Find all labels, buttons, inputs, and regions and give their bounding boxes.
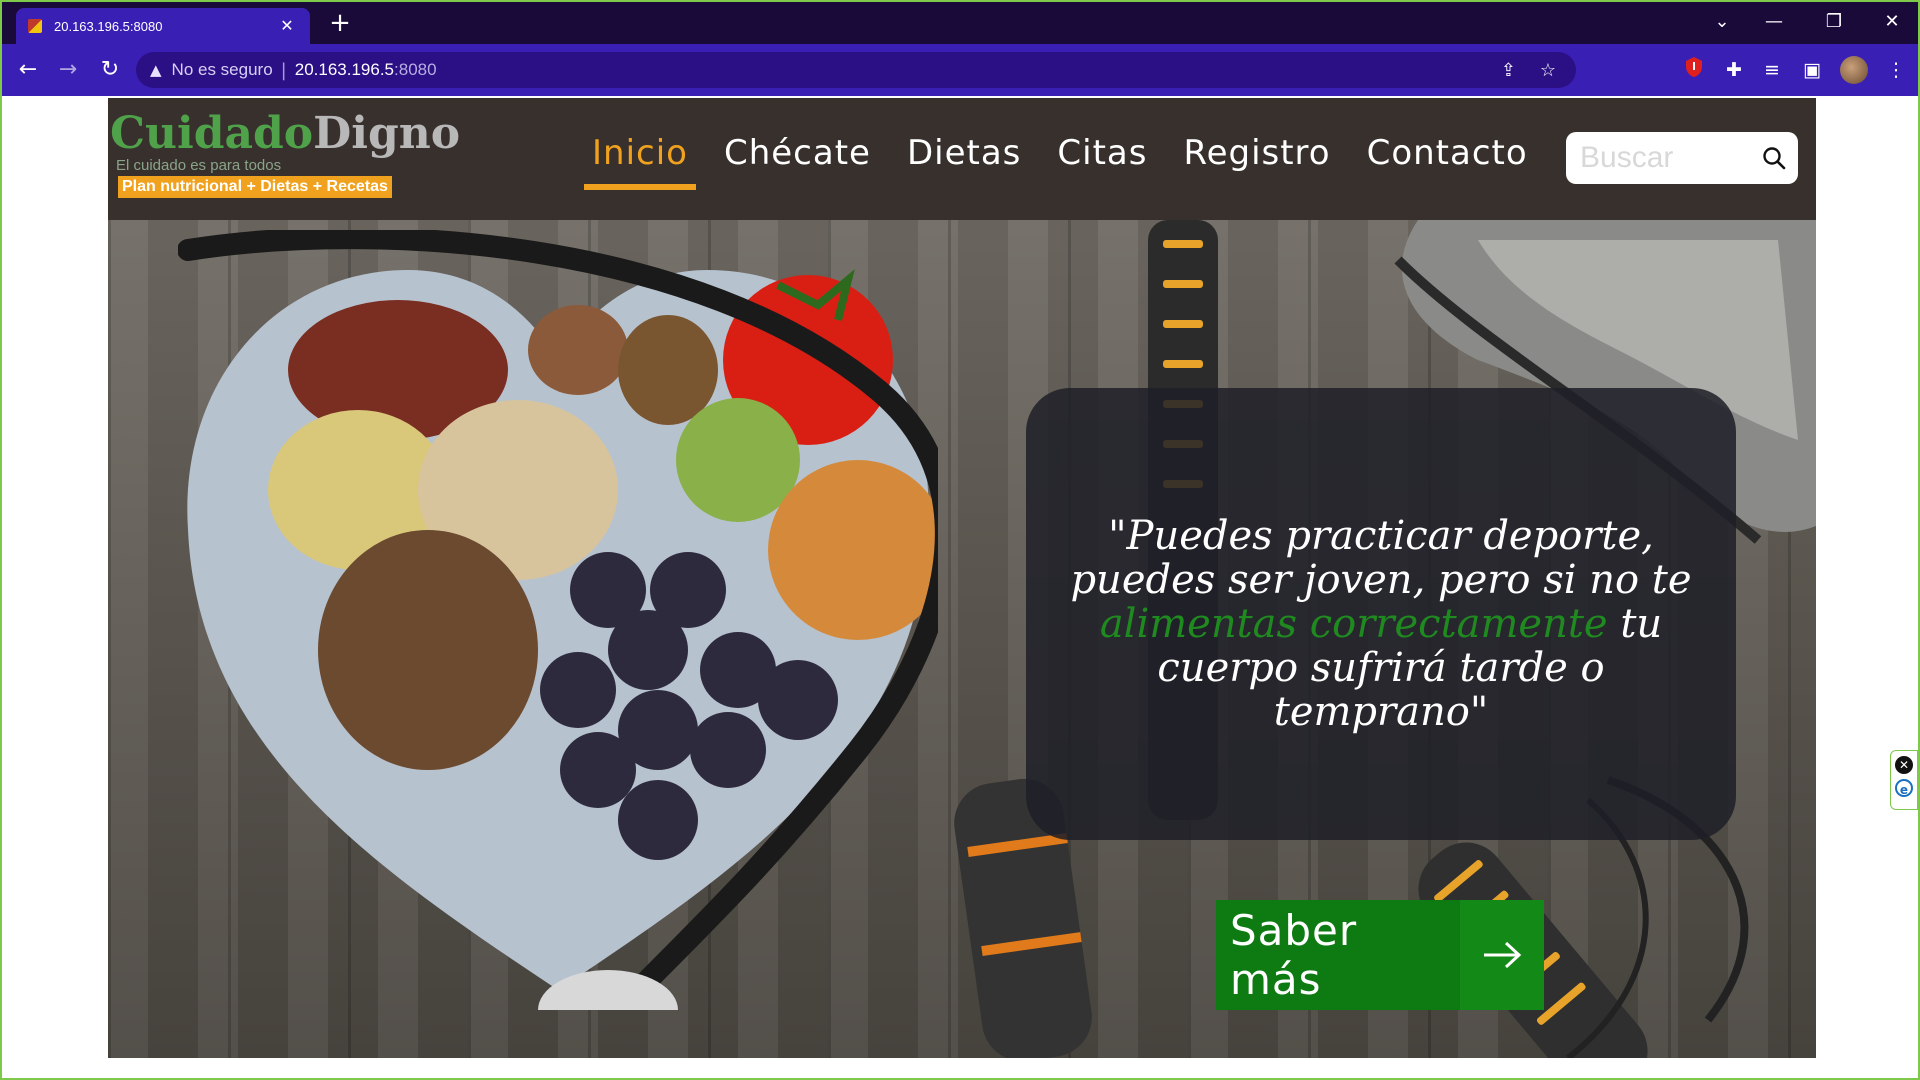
search-icon[interactable] [1762, 146, 1786, 170]
warning-triangle-icon[interactable]: ▲ [150, 61, 162, 79]
nav-item-registro[interactable]: Registro [1175, 128, 1338, 190]
hero-quote: "Puedes practicar deporte, puedes ser jo… [1061, 514, 1701, 734]
forward-button[interactable]: → [52, 54, 84, 86]
search-box [1566, 132, 1798, 184]
extensions-puzzle-icon[interactable]: ✚ [1720, 56, 1748, 84]
nav-item-inicio[interactable]: Inicio [584, 128, 696, 190]
promo-badge: Plan nutricional + Dietas + Recetas [118, 176, 392, 198]
healthy-food-heart-image [178, 230, 938, 1010]
tab-search-chevron-icon[interactable]: ⌄ [1696, 2, 1748, 42]
search-input[interactable] [1580, 138, 1750, 178]
close-window-button[interactable]: ✕ [1866, 2, 1918, 42]
more-menu-icon[interactable]: ⋮ [1882, 56, 1910, 84]
close-circle-icon[interactable]: ✕ [1895, 756, 1913, 774]
quote-text-start: "Puedes practicar deporte, puedes ser jo… [1070, 513, 1692, 603]
logo-part-cuidado: Cuidado [110, 108, 314, 159]
not-secure-label[interactable]: No es seguro [172, 60, 273, 80]
browser-toolbar: ← → ↻ ▲ No es seguro | 20.163.196.5:8080… [2, 44, 1918, 96]
site-favicon-icon [28, 19, 42, 33]
share-icon[interactable]: ⇪ [1501, 60, 1516, 81]
e-extension-icon[interactable]: e [1895, 779, 1913, 797]
logo-tagline: El cuidado es para todos [116, 157, 282, 174]
side-panel-icon[interactable]: ▣ [1798, 56, 1826, 84]
saber-mas-button[interactable]: Saber más [1216, 900, 1544, 1010]
profile-avatar[interactable] [1840, 56, 1868, 84]
nav-item-citas[interactable]: Citas [1049, 128, 1155, 190]
logo-wordmark: CuidadoDigno [110, 108, 460, 159]
extension-shield-icon[interactable] [1680, 56, 1708, 84]
side-extension-widget: ✕ e [1890, 750, 1918, 810]
site-header: CuidadoDigno El cuidado es para todos Pl… [108, 98, 1816, 220]
hero-banner: "Puedes practicar deporte, puedes ser jo… [108, 220, 1816, 1058]
bookmark-star-icon[interactable]: ☆ [1540, 60, 1556, 81]
tab-strip: 20.163.196.5:8080 ✕ + ⌄ — ❐ ✕ [2, 2, 1918, 44]
browser-window: 20.163.196.5:8080 ✕ + ⌄ — ❐ ✕ ← → ↻ ▲ No… [0, 0, 1920, 1080]
main-nav: Inicio Chécate Dietas Citas Registro Con… [584, 128, 1556, 190]
browser-tab-active[interactable]: 20.163.196.5:8080 ✕ [16, 8, 310, 44]
media-queue-icon[interactable]: ≡ [1758, 56, 1786, 84]
quote-card: "Puedes practicar deporte, puedes ser jo… [1026, 388, 1736, 840]
reload-button[interactable]: ↻ [94, 54, 126, 86]
quote-highlight: alimentas correctamente [1099, 601, 1608, 647]
restore-button[interactable]: ❐ [1808, 2, 1860, 42]
minimize-button[interactable]: — [1748, 2, 1800, 42]
website: CuidadoDigno El cuidado es para todos Pl… [108, 98, 1816, 1058]
tab-title: 20.163.196.5:8080 [54, 18, 163, 34]
tab-close-icon[interactable]: ✕ [276, 15, 298, 37]
nav-item-checate[interactable]: Chécate [716, 128, 879, 190]
nav-item-dietas[interactable]: Dietas [899, 128, 1029, 190]
omnibox-separator: | [280, 59, 287, 81]
address-bar[interactable]: ▲ No es seguro | 20.163.196.5:8080 ⇪ ☆ [136, 52, 1576, 88]
nav-item-contacto[interactable]: Contacto [1359, 128, 1536, 190]
arrow-right-icon [1460, 900, 1544, 1010]
new-tab-button[interactable]: + [324, 8, 356, 38]
url-port[interactable]: :8080 [394, 60, 437, 80]
back-button[interactable]: ← [12, 54, 44, 86]
cta-label: Saber más [1230, 906, 1358, 1004]
url-host[interactable]: 20.163.196.5 [295, 60, 394, 80]
logo-part-digno: Digno [313, 108, 461, 159]
site-logo[interactable]: CuidadoDigno El cuidado es para todos Pl… [110, 108, 460, 198]
